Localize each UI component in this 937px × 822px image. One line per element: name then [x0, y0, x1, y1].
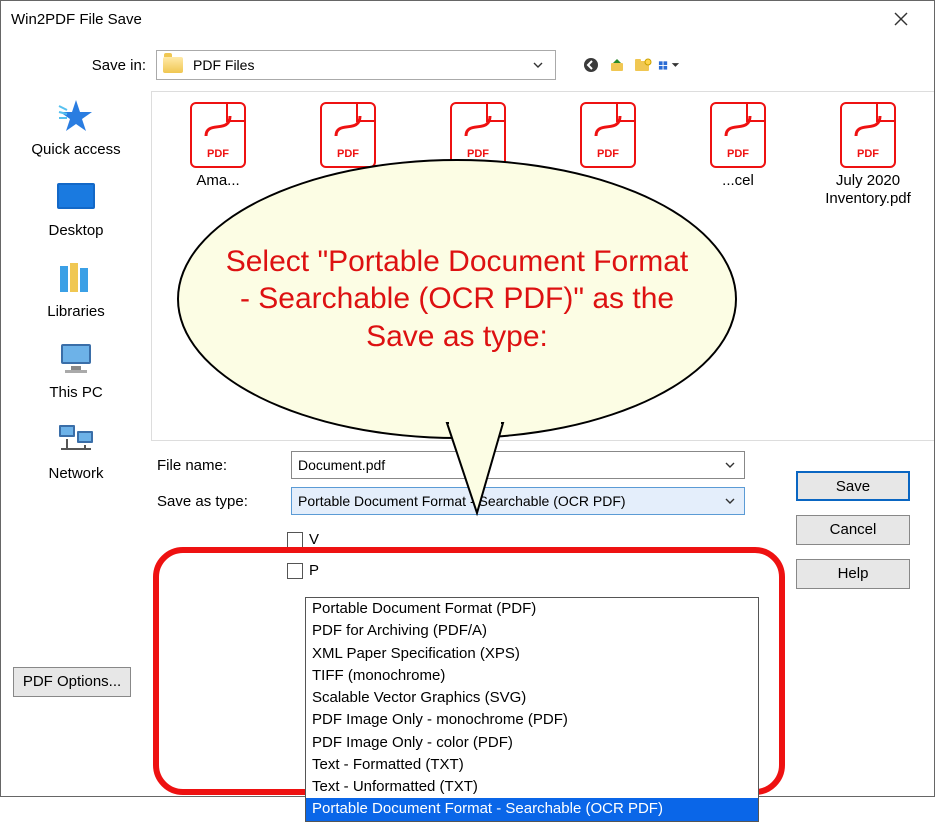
- file-item[interactable]: PDF: [288, 102, 408, 172]
- file-name-input[interactable]: Document.pdf: [291, 451, 745, 479]
- view-menu-icon[interactable]: [658, 54, 680, 76]
- type-option-selected[interactable]: Portable Document Format - Searchable (O…: [306, 798, 758, 820]
- place-desktop[interactable]: Desktop: [1, 170, 151, 251]
- file-list[interactable]: PDF Ama... PDF PDF: [151, 91, 934, 441]
- back-icon[interactable]: [580, 54, 602, 76]
- file-name: Ama...: [196, 172, 239, 190]
- pdf-icon: PDF: [710, 102, 766, 168]
- save-as-type-label: Save as type:: [151, 493, 281, 510]
- toolbar-icons: [580, 54, 680, 76]
- pdf-options-button[interactable]: PDF Options...: [13, 667, 131, 697]
- close-icon: [894, 12, 908, 26]
- pdf-icon: PDF: [450, 102, 506, 168]
- file-item[interactable]: PDF: [418, 102, 538, 172]
- save-as-type-dropdown[interactable]: Portable Document Format (PDF) PDF for A…: [305, 597, 759, 822]
- place-quick-access[interactable]: Quick access: [1, 89, 151, 170]
- checkbox-icon: [287, 532, 303, 548]
- title-bar: Win2PDF File Save: [1, 1, 934, 37]
- window-title: Win2PDF File Save: [11, 11, 142, 28]
- type-option[interactable]: Text - Unformatted (TXT): [306, 776, 758, 798]
- file-item[interactable]: PDF July 2020 Inventory.pdf: [808, 102, 928, 208]
- places-bar: Quick access Desktop Libraries This PC: [1, 85, 151, 725]
- type-option[interactable]: PDF Image Only - color (PDF): [306, 732, 758, 754]
- desktop-icon: [55, 178, 97, 216]
- place-label: Quick access: [31, 141, 120, 158]
- cancel-button[interactable]: Cancel: [796, 515, 910, 545]
- type-option[interactable]: Portable Document Format (PDF): [306, 598, 758, 620]
- place-label: Network: [48, 465, 103, 482]
- place-network[interactable]: Network: [1, 413, 151, 494]
- place-label: This PC: [49, 384, 102, 401]
- folder-icon: [163, 57, 183, 73]
- up-icon[interactable]: [606, 54, 628, 76]
- save-button[interactable]: Save: [796, 471, 910, 501]
- chevron-down-icon: [722, 493, 738, 509]
- save-in-row: Save in: PDF Files: [1, 45, 934, 85]
- save-in-combo[interactable]: PDF Files: [156, 50, 556, 80]
- this-pc-icon: [55, 340, 97, 378]
- save-in-value: PDF Files: [193, 57, 254, 73]
- save-as-type-combo[interactable]: Portable Document Format - Searchable (O…: [291, 487, 745, 515]
- pdf-icon: PDF: [320, 102, 376, 168]
- pdf-icon: PDF: [190, 102, 246, 168]
- chevron-down-icon: [722, 457, 738, 473]
- type-option[interactable]: PDF for Archiving (PDF/A): [306, 620, 758, 642]
- file-item[interactable]: PDF ...cel: [678, 102, 798, 190]
- dialog-buttons: Save Cancel Help: [796, 471, 910, 589]
- libraries-icon: [55, 259, 97, 297]
- place-label: Desktop: [48, 222, 103, 239]
- file-item[interactable]: PDF: [548, 102, 668, 172]
- file-name-label: File name:: [151, 457, 281, 474]
- close-button[interactable]: [878, 4, 924, 34]
- type-option[interactable]: XML Paper Specification (XPS): [306, 643, 758, 665]
- new-folder-icon[interactable]: [632, 54, 654, 76]
- checkbox-icon: [287, 563, 303, 579]
- help-button[interactable]: Help: [796, 559, 910, 589]
- place-label: Libraries: [47, 303, 105, 320]
- chevron-down-icon: [527, 57, 549, 73]
- place-this-pc[interactable]: This PC: [1, 332, 151, 413]
- pdf-icon: PDF: [580, 102, 636, 168]
- type-option[interactable]: PDF Image Only - monochrome (PDF): [306, 709, 758, 731]
- file-name: July 2020 Inventory.pdf: [808, 172, 928, 208]
- save-dialog-window: Win2PDF File Save Save in: PDF Files: [0, 0, 935, 797]
- pdf-icon: PDF: [840, 102, 896, 168]
- quick-access-icon: [55, 97, 97, 135]
- file-item[interactable]: PDF Ama...: [158, 102, 278, 190]
- network-icon: [55, 421, 97, 459]
- type-option[interactable]: Text - Formatted (TXT): [306, 754, 758, 776]
- type-option[interactable]: TIFF (monochrome): [306, 665, 758, 687]
- file-name: ...cel: [722, 172, 754, 190]
- save-in-label: Save in:: [1, 57, 146, 74]
- place-libraries[interactable]: Libraries: [1, 251, 151, 332]
- type-option[interactable]: Scalable Vector Graphics (SVG): [306, 687, 758, 709]
